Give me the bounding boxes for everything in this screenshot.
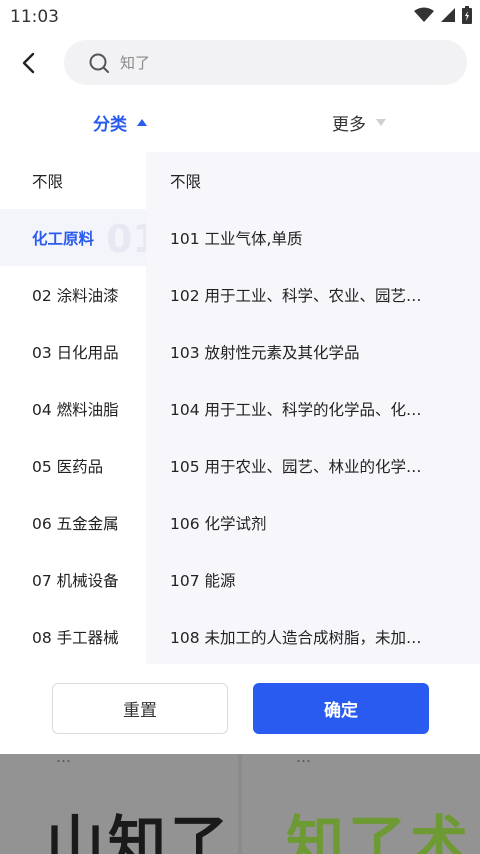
- chevron-left-icon: [22, 52, 35, 74]
- wifi-icon: [414, 7, 434, 27]
- category-item[interactable]: 03 日化用品: [0, 323, 146, 380]
- category-item[interactable]: 02 涂料油漆: [0, 266, 146, 323]
- category-panel: 不限 01 化工原料 02 涂料油漆 03 日化用品 04 燃料油脂 05 医药…: [0, 152, 480, 664]
- category-item[interactable]: 不限: [0, 152, 146, 209]
- filter-bar: 分类 更多: [0, 92, 480, 152]
- category-label: 04 燃料油脂: [32, 400, 119, 419]
- category-item[interactable]: 04 燃料油脂: [0, 380, 146, 437]
- subcategory-label: 107 能源: [170, 571, 236, 590]
- category-item[interactable]: 05 医药品: [0, 437, 146, 494]
- subcategory-item[interactable]: 104 用于工业、科学的化学品、化…: [170, 380, 440, 437]
- category-list: 不限 01 化工原料 02 涂料油漆 03 日化用品 04 燃料油脂 05 医药…: [0, 152, 159, 665]
- status-bar: 11:03: [0, 0, 480, 34]
- tab-category-label: 分类: [93, 115, 127, 135]
- background-card: … 知了术: [242, 754, 480, 854]
- tab-more[interactable]: 更多: [332, 110, 386, 135]
- subcategory-item[interactable]: 105 用于农业、园艺、林业的化学…: [170, 437, 440, 494]
- category-item[interactable]: 06 五金金属: [0, 494, 146, 551]
- category-label: 化工原料: [32, 229, 95, 248]
- status-time: 11:03: [10, 7, 59, 27]
- status-icons: [414, 6, 472, 28]
- dimmed-background: … 山知了 … 知了术: [0, 754, 480, 854]
- subcategory-label: 103 放射性元素及其化学品: [170, 343, 360, 362]
- confirm-button[interactable]: 确定: [253, 683, 429, 734]
- back-button[interactable]: [14, 48, 44, 78]
- background-card-title: 知了术: [286, 809, 473, 854]
- caret-down-icon: [376, 119, 386, 126]
- subcategory-item[interactable]: 108 未加工的人造合成树脂，未加…: [170, 608, 440, 665]
- battery-icon: [462, 6, 472, 28]
- subcategory-item[interactable]: 106 化学试剂: [170, 494, 440, 551]
- subcategory-label: 105 用于农业、园艺、林业的化学…: [170, 457, 422, 476]
- subcategory-list: 不限 101 工业气体,单质 102 用于工业、科学、农业、园艺… 103 放射…: [146, 152, 480, 664]
- category-label: 不限: [32, 172, 64, 191]
- header: 知了: [0, 34, 480, 92]
- subcategory-item[interactable]: 103 放射性元素及其化学品: [170, 323, 440, 380]
- subcategory-item[interactable]: 102 用于工业、科学、农业、园艺…: [170, 266, 440, 323]
- subcategory-item[interactable]: 101 工业气体,单质: [170, 209, 440, 266]
- tab-more-label: 更多: [332, 115, 366, 135]
- subcategory-item[interactable]: 不限: [170, 152, 440, 209]
- category-label: 08 手工器械: [32, 628, 119, 647]
- subcategory-label: 106 化学试剂: [170, 514, 267, 533]
- subcategory-label: 101 工业气体,单质: [170, 229, 303, 248]
- category-label: 06 五金金属: [32, 514, 119, 533]
- category-label: 07 机械设备: [32, 571, 119, 590]
- category-item[interactable]: 08 手工器械: [0, 608, 146, 665]
- subcategory-label: 108 未加工的人造合成树脂，未加…: [170, 628, 422, 647]
- search-query: 知了: [120, 54, 151, 72]
- signal-icon: [440, 7, 456, 27]
- search-input[interactable]: 知了: [64, 40, 467, 85]
- tab-category[interactable]: 分类: [93, 110, 147, 135]
- background-card: … 山知了: [0, 754, 238, 854]
- subcategory-label: 102 用于工业、科学、农业、园艺…: [170, 286, 422, 305]
- subcategory-label: 不限: [170, 172, 202, 191]
- category-item-selected[interactable]: 01 化工原料: [0, 209, 159, 266]
- caret-up-icon: [137, 119, 147, 126]
- subcategory-item[interactable]: 107 能源: [170, 551, 440, 608]
- background-card-label: …: [56, 754, 71, 766]
- category-label: 02 涂料油漆: [32, 286, 119, 305]
- category-item[interactable]: 07 机械设备: [0, 551, 146, 608]
- category-label: 05 医药品: [32, 457, 104, 476]
- subcategory-label: 104 用于工业、科学的化学品、化…: [170, 400, 422, 419]
- reset-button[interactable]: 重置: [52, 683, 228, 734]
- action-footer: 重置 确定: [0, 664, 480, 754]
- category-label: 03 日化用品: [32, 343, 119, 362]
- search-icon: [88, 52, 110, 78]
- background-card-label: …: [296, 754, 311, 766]
- background-card-title: 山知了: [46, 809, 233, 854]
